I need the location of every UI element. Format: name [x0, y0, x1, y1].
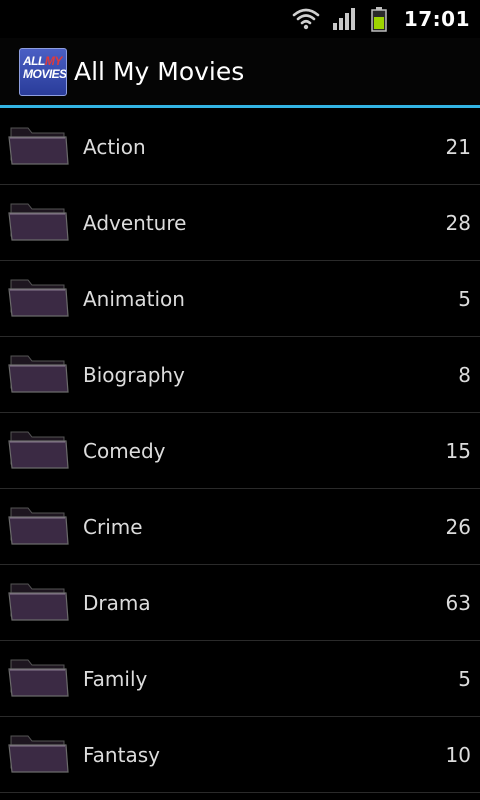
genre-count: 21 [445, 134, 471, 159]
logo-text: ALLMY MOVIES [23, 53, 67, 81]
genre-row[interactable]: Fantasy 10 [0, 717, 480, 793]
genre-row[interactable]: Family 5 [0, 641, 480, 717]
folder-icon [8, 428, 70, 470]
genre-count: 15 [445, 438, 471, 463]
folder-icon [8, 580, 70, 622]
genre-label: Crime [83, 514, 143, 539]
genre-row[interactable]: Crime 26 [0, 489, 480, 565]
genre-label: Animation [83, 286, 185, 311]
genre-label: Action [83, 134, 146, 159]
genre-label: Drama [83, 590, 151, 615]
genre-count: 26 [445, 514, 471, 539]
genre-count: 10 [445, 742, 471, 767]
folder-icon [8, 200, 70, 242]
genre-row[interactable]: Drama 63 [0, 565, 480, 641]
genre-count: 63 [445, 590, 471, 615]
genre-row[interactable]: Action 21 [0, 109, 480, 185]
battery-icon [370, 0, 388, 38]
genre-row[interactable]: Biography 8 [0, 337, 480, 413]
folder-icon [8, 656, 70, 698]
genre-count: 5 [458, 666, 471, 691]
app-logo-icon[interactable]: ALLMY MOVIES [19, 47, 67, 96]
folder-icon [8, 732, 70, 774]
folder-icon [8, 352, 70, 394]
page-title: All My Movies [74, 57, 245, 86]
genre-row[interactable]: Adventure 28 [0, 185, 480, 261]
signal-icon [332, 0, 358, 38]
genre-count: 5 [458, 286, 471, 311]
genre-label: Comedy [83, 438, 166, 463]
wifi-icon [292, 0, 320, 38]
folder-icon [8, 504, 70, 546]
genre-row[interactable]: Animation 5 [0, 261, 480, 337]
folder-icon [8, 124, 70, 166]
clock-time: 17:01 [403, 7, 470, 31]
genre-count: 28 [445, 210, 471, 235]
genre-list: Action 21 Adventure 28 Animation 5 Biogr… [0, 109, 480, 793]
genre-label: Adventure [83, 210, 187, 235]
app-title-bar: ALLMY MOVIES All My Movies [0, 38, 480, 108]
genre-count: 8 [458, 362, 471, 387]
genre-row[interactable]: Comedy 15 [0, 413, 480, 489]
status-bar: 17:01 [0, 0, 480, 38]
folder-icon [8, 276, 70, 318]
genre-label: Family [83, 666, 148, 691]
genre-label: Fantasy [83, 742, 160, 767]
genre-label: Biography [83, 362, 185, 387]
